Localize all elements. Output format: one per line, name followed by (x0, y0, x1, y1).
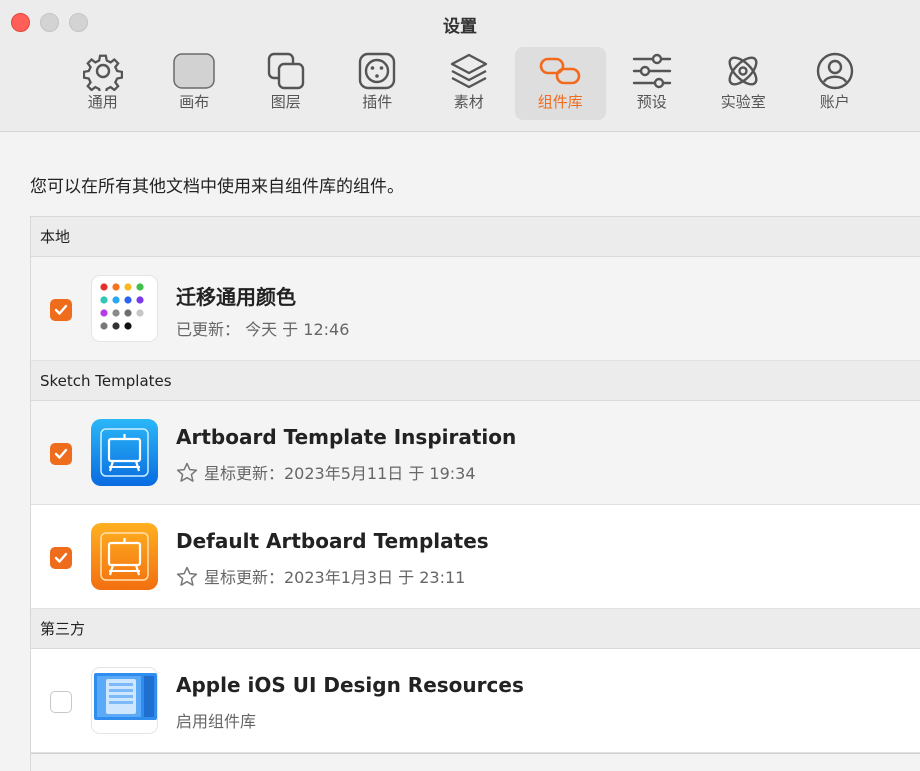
tab-label: 画布 (179, 93, 210, 111)
library-row[interactable]: Artboard Template Inspiration 星标更新：2023年… (31, 401, 920, 505)
window-title: 设置 (443, 17, 477, 37)
library-subtitle: 启用组件库 (176, 708, 256, 732)
library-title: 迁移通用颜色 (176, 285, 296, 309)
tab-account[interactable]: 账户 (789, 47, 881, 120)
tab-label: 组件库 (537, 93, 583, 111)
section-header-third-party: 第三方 (31, 609, 920, 649)
star-icon (176, 566, 198, 587)
library-subtitle-text: 启用组件库 (176, 712, 257, 731)
orange-artboard-icon (91, 523, 158, 590)
library-subtitle-text: 星标更新：2023年5月11日 于 19:34 (204, 464, 476, 483)
gear-icon (81, 51, 125, 91)
tab-label: 实验室 (720, 93, 766, 111)
tab-canvas[interactable]: 画布 (149, 47, 241, 120)
window-toolbar: 设置 通用 画布 图层 插件 素材 组件库 预设 实验室 账户 (0, 0, 920, 132)
tab-layers[interactable]: 图层 (240, 47, 332, 120)
star-icon (176, 462, 198, 483)
canvas-icon (172, 51, 216, 91)
tab-label: 账户 (819, 93, 850, 111)
library-title: Default Artboard Templates (176, 529, 489, 553)
tab-plugins[interactable]: 插件 (332, 47, 424, 120)
tab-label: 预设 (636, 93, 667, 111)
sliders-icon (630, 51, 674, 91)
section-header-sketch-templates: Sketch Templates (31, 361, 920, 401)
layers-square-icon (264, 51, 308, 91)
tab-label: 通用 (87, 93, 118, 111)
library-row[interactable]: Default Artboard Templates 星标更新：2023年1月3… (31, 505, 920, 609)
preferences-tabs: 通用 画布 图层 插件 素材 组件库 预设 实验室 账户 (57, 47, 881, 120)
library-checkbox[interactable] (50, 691, 72, 713)
stack-icon (447, 51, 491, 91)
person-icon (813, 51, 857, 91)
tab-labs[interactable]: 实验室 (698, 47, 790, 120)
library-subtitle: 星标更新：2023年5月11日 于 19:34 (176, 460, 476, 484)
library-title: Artboard Template Inspiration (176, 425, 517, 449)
library-subtitle-text: 星标更新：2023年1月3日 于 23:11 (204, 568, 466, 587)
tab-label: 素材 (453, 93, 484, 111)
color-palette-thumbnail (91, 275, 158, 342)
section-header-local: 本地 (31, 217, 920, 257)
tab-assets[interactable]: 素材 (423, 47, 515, 120)
library-subtitle: 已更新： 今天 于 12:46 (176, 316, 349, 340)
library-checkbox[interactable] (50, 443, 72, 465)
libraries-description: 您可以在所有其他文档中使用来自组件库的组件。 (30, 177, 404, 197)
tab-presets[interactable]: 预设 (606, 47, 698, 120)
tab-general[interactable]: 通用 (57, 47, 149, 120)
list-bottom-edge (31, 753, 920, 771)
library-subtitle: 星标更新：2023年1月3日 于 23:11 (176, 564, 465, 588)
library-title: Apple iOS UI Design Resources (176, 673, 524, 697)
tab-libraries[interactable]: 组件库 (514, 47, 606, 120)
blue-artboard-icon (91, 419, 158, 486)
libraries-list: 本地 迁移通用颜色 已更新： 今天 于 12:46 Sketch Templat… (30, 216, 920, 771)
tab-label: 插件 (362, 93, 393, 111)
library-checkbox[interactable] (50, 299, 72, 321)
ios-ui-thumbnail (91, 667, 158, 734)
library-row[interactable]: 迁移通用颜色 已更新： 今天 于 12:46 (31, 257, 920, 361)
link-icon (538, 51, 582, 91)
library-subtitle-text: 已更新： 今天 于 12:46 (176, 320, 350, 339)
library-row[interactable]: Apple iOS UI Design Resources 启用组件库 (31, 649, 920, 753)
plugin-icon (355, 51, 399, 91)
atom-icon (721, 51, 765, 91)
library-checkbox[interactable] (50, 547, 72, 569)
tab-label: 图层 (270, 93, 301, 111)
